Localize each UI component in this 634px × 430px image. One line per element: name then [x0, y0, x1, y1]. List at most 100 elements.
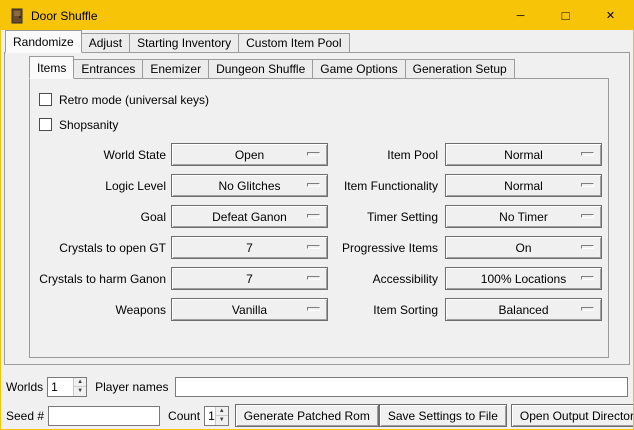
- count-label: Count: [168, 409, 200, 423]
- logic-level-dropdown[interactable]: No Glitches: [171, 174, 328, 197]
- dropdown-indicator-icon: [581, 307, 594, 311]
- dropdown-indicator-icon: [307, 214, 320, 218]
- tab-entrances[interactable]: Entrances: [73, 59, 143, 79]
- open-output-directory-button[interactable]: Open Output Directory: [511, 404, 634, 427]
- item-functionality-dropdown[interactable]: Normal: [445, 174, 602, 197]
- tab-generation-setup[interactable]: Generation Setup: [405, 59, 515, 79]
- goal-value: Defeat Ganon: [212, 210, 287, 224]
- tab-starting-inventory[interactable]: Starting Inventory: [129, 33, 239, 53]
- main-tab-bar: Randomize Adjust Starting Inventory Cust…: [1, 30, 633, 53]
- retro-mode-checkbox[interactable]: [39, 93, 52, 106]
- item-pool-dropdown[interactable]: Normal: [445, 143, 602, 166]
- item-pool-value: Normal: [504, 148, 543, 162]
- progressive-items-label: Progressive Items: [334, 241, 438, 255]
- progressive-items-value: On: [515, 241, 531, 255]
- tab-game-options[interactable]: Game Options: [312, 59, 405, 79]
- spin-down-icon[interactable]: ▼: [73, 387, 86, 396]
- world-state-value: Open: [235, 148, 264, 162]
- item-sorting-dropdown[interactable]: Balanced: [445, 298, 602, 321]
- option-row: World State Open Item Pool Normal: [33, 139, 608, 170]
- timer-setting-dropdown[interactable]: No Timer: [445, 205, 602, 228]
- option-row: Crystals to open GT 7 Progressive Items …: [33, 232, 608, 263]
- worlds-row: Worlds 1 ▲ ▼ Player names: [6, 376, 628, 397]
- option-row: Logic Level No Glitches Item Functionali…: [33, 170, 608, 201]
- items-tab-panel: Retro mode (universal keys) Shopsanity W…: [29, 78, 609, 358]
- shopsanity-checkbox[interactable]: [39, 118, 52, 131]
- window-title: Door Shuffle: [31, 9, 498, 23]
- progressive-items-dropdown[interactable]: On: [445, 236, 602, 259]
- spin-down-icon[interactable]: ▼: [215, 416, 228, 425]
- weapons-dropdown[interactable]: Vanilla: [171, 298, 328, 321]
- item-sorting-value: Balanced: [498, 303, 548, 317]
- app-icon[interactable]: [9, 8, 25, 24]
- timer-setting-value: No Timer: [499, 210, 548, 224]
- logic-level-value: No Glitches: [218, 179, 280, 193]
- dropdown-indicator-icon: [307, 307, 320, 311]
- randomize-tab-panel: Items Entrances Enemizer Dungeon Shuffle…: [4, 52, 630, 365]
- tab-items[interactable]: Items: [29, 56, 74, 79]
- spin-up-icon[interactable]: ▲: [73, 378, 86, 388]
- close-icon: ✕: [606, 9, 615, 22]
- dropdown-indicator-icon: [581, 245, 594, 249]
- weapons-value: Vanilla: [232, 303, 267, 317]
- shopsanity-row: Shopsanity: [30, 112, 608, 137]
- tab-enemizer[interactable]: Enemizer: [142, 59, 209, 79]
- accessibility-label: Accessibility: [334, 272, 438, 286]
- options-grid: World State Open Item Pool Normal Logic …: [30, 139, 608, 325]
- dropdown-indicator-icon: [581, 276, 594, 280]
- crystals-gt-dropdown[interactable]: 7: [171, 236, 328, 259]
- maximize-button[interactable]: □: [543, 1, 588, 30]
- save-settings-button[interactable]: Save Settings to File: [379, 404, 507, 427]
- option-row: Weapons Vanilla Item Sorting Balanced: [33, 294, 608, 325]
- worlds-spinner[interactable]: 1 ▲ ▼: [47, 377, 87, 397]
- minimize-button[interactable]: ─: [498, 1, 543, 30]
- item-pool-label: Item Pool: [334, 148, 438, 162]
- option-row: Crystals to harm Ganon 7 Accessibility 1…: [33, 263, 608, 294]
- minimize-icon: ─: [517, 10, 525, 22]
- close-button[interactable]: ✕: [588, 1, 633, 30]
- dropdown-indicator-icon: [581, 214, 594, 218]
- seed-label: Seed #: [6, 409, 44, 423]
- worlds-label: Worlds: [6, 380, 43, 394]
- dropdown-indicator-icon: [307, 276, 320, 280]
- shopsanity-label: Shopsanity: [59, 118, 118, 132]
- world-state-dropdown[interactable]: Open: [171, 143, 328, 166]
- item-sorting-label: Item Sorting: [334, 303, 438, 317]
- player-names-label: Player names: [95, 380, 168, 394]
- dropdown-indicator-icon: [307, 245, 320, 249]
- tab-randomize[interactable]: Randomize: [5, 30, 82, 53]
- titlebar[interactable]: Door Shuffle ─ □ ✕: [1, 1, 633, 30]
- weapons-label: Weapons: [33, 303, 166, 317]
- timer-setting-label: Timer Setting: [334, 210, 438, 224]
- spin-up-icon[interactable]: ▲: [215, 407, 228, 417]
- tab-dungeon-shuffle[interactable]: Dungeon Shuffle: [208, 59, 313, 79]
- tab-custom-item-pool[interactable]: Custom Item Pool: [238, 33, 349, 53]
- accessibility-value: 100% Locations: [481, 272, 566, 286]
- tab-adjust[interactable]: Adjust: [81, 33, 130, 53]
- dropdown-indicator-icon: [581, 152, 594, 156]
- world-state-label: World State: [33, 148, 166, 162]
- worlds-spinner-buttons: ▲ ▼: [73, 378, 86, 396]
- seed-input[interactable]: [48, 406, 160, 426]
- accessibility-dropdown[interactable]: 100% Locations: [445, 267, 602, 290]
- bottom-bar: Worlds 1 ▲ ▼ Player names Seed # Count 1: [1, 376, 633, 427]
- seed-row: Seed # Count 1 ▲ ▼ Generate Patched Rom …: [6, 404, 628, 427]
- retro-mode-row: Retro mode (universal keys): [30, 87, 608, 112]
- door-shuffle-window: Door Shuffle ─ □ ✕ Randomize Adjust Star…: [0, 0, 634, 430]
- count-value: 1: [205, 407, 215, 425]
- maximize-icon: □: [562, 8, 570, 23]
- item-functionality-value: Normal: [504, 179, 543, 193]
- generate-patched-rom-button[interactable]: Generate Patched Rom: [235, 404, 379, 427]
- count-spinner[interactable]: 1 ▲ ▼: [204, 406, 229, 426]
- player-names-input[interactable]: [175, 377, 629, 397]
- logic-level-label: Logic Level: [33, 179, 166, 193]
- crystals-ganon-dropdown[interactable]: 7: [171, 267, 328, 290]
- goal-dropdown[interactable]: Defeat Ganon: [171, 205, 328, 228]
- sub-tab-bar: Items Entrances Enemizer Dungeon Shuffle…: [5, 56, 629, 79]
- retro-mode-label: Retro mode (universal keys): [59, 93, 209, 107]
- dropdown-indicator-icon: [307, 183, 320, 187]
- worlds-value: 1: [48, 378, 73, 396]
- dropdown-indicator-icon: [307, 152, 320, 156]
- crystals-ganon-value: 7: [246, 272, 253, 286]
- option-row: Goal Defeat Ganon Timer Setting No Timer: [33, 201, 608, 232]
